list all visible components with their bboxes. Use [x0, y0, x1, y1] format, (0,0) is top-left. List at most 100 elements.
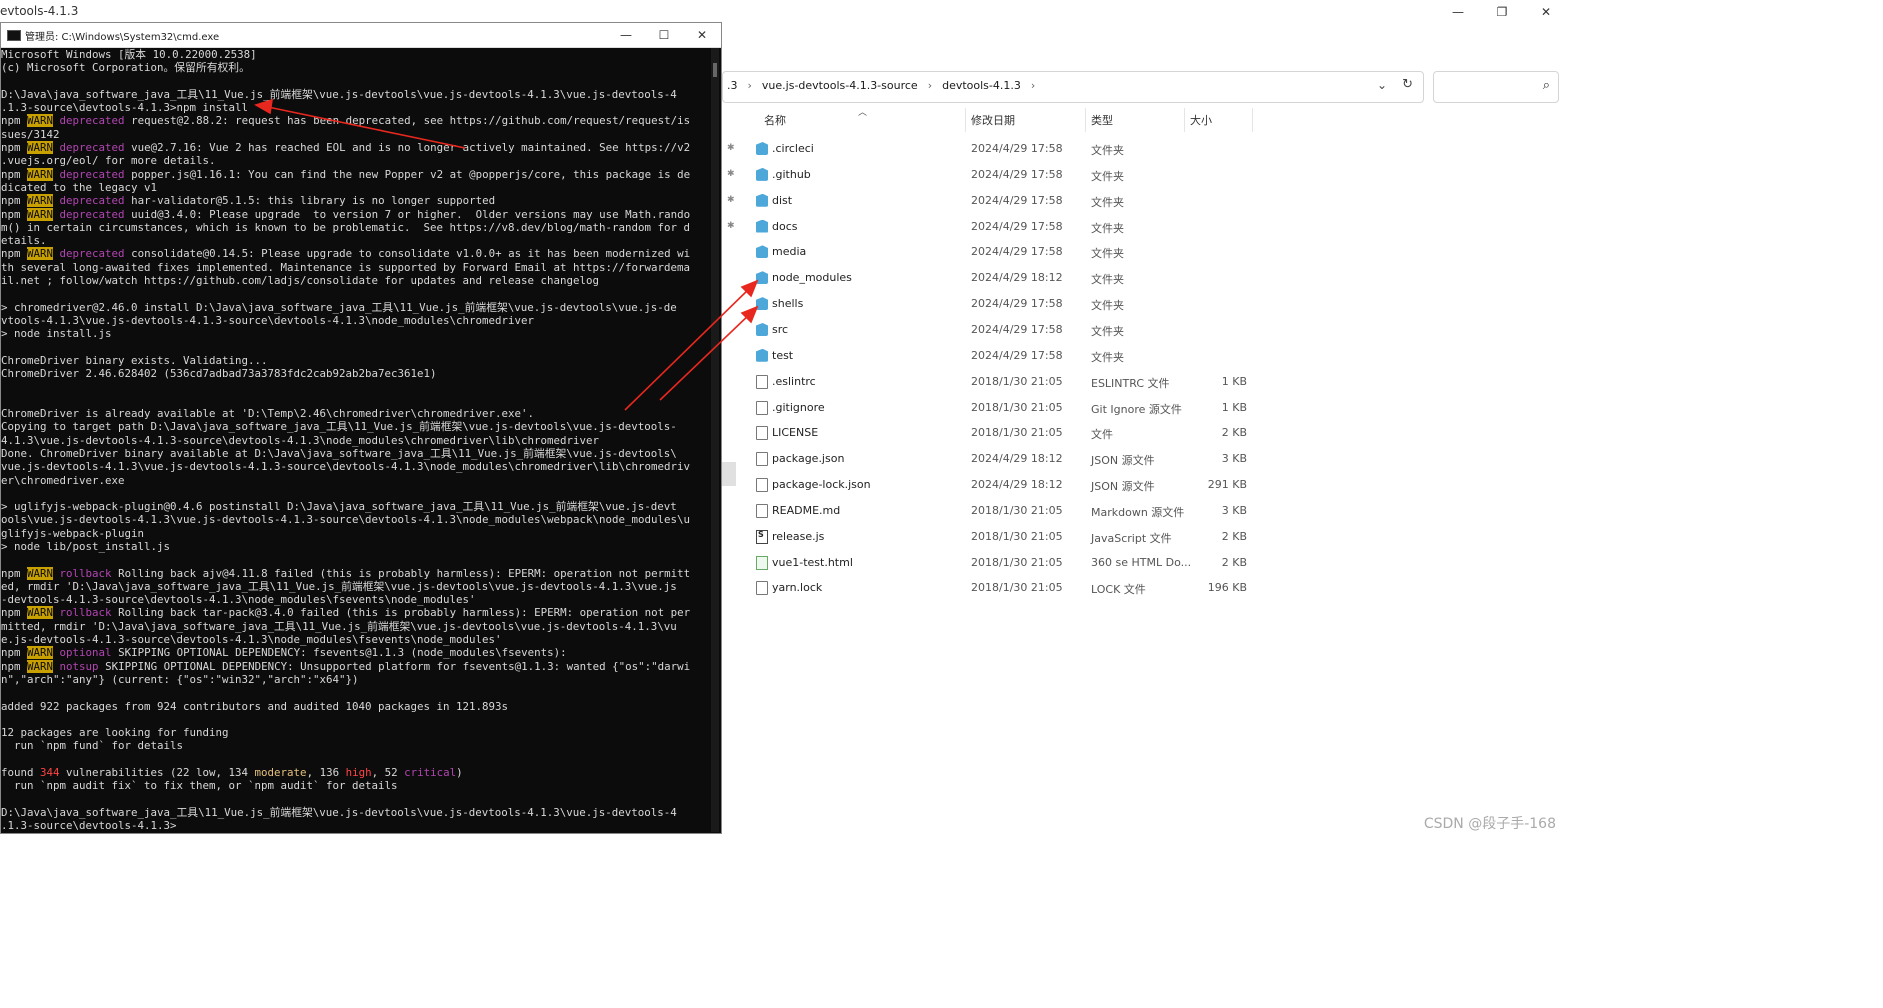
file-name[interactable]: node_modules [772, 271, 852, 284]
file-date: 2018/1/30 21:05 [971, 555, 1063, 569]
file-row[interactable]: shells 2024/4/29 17:58 文件夹 [722, 291, 1262, 317]
terminal-text: WARN [27, 646, 54, 660]
file-name[interactable]: README.md [772, 504, 840, 517]
file-name[interactable]: .circleci [772, 142, 814, 155]
pin-icon[interactable]: ✱ [727, 169, 735, 179]
file-row[interactable]: LICENSE 2018/1/30 21:05 文件 2 KB [722, 420, 1262, 446]
file-name[interactable]: dist [772, 194, 792, 207]
minimize-button[interactable]: — [607, 23, 645, 47]
file-name[interactable]: src [772, 323, 788, 336]
file-row[interactable]: ✱ .circleci 2024/4/29 17:58 文件夹 [722, 136, 1262, 162]
pin-icon[interactable]: ✱ [727, 195, 735, 205]
file-name[interactable]: .eslintrc [772, 375, 816, 388]
file-row[interactable]: ✱ docs 2024/4/29 17:58 文件夹 [722, 214, 1262, 240]
column-divider[interactable] [1252, 108, 1253, 132]
terminal-text: deprecated [59, 141, 125, 155]
terminal-line: > node install.js [1, 327, 707, 340]
file-name[interactable]: package-lock.json [772, 478, 871, 491]
file-name[interactable]: package.json [772, 452, 844, 465]
file-row[interactable]: ✱ .github 2024/4/29 17:58 文件夹 [722, 162, 1262, 188]
chevron-down-icon[interactable]: ⌄ [1377, 78, 1387, 92]
file-row[interactable]: package-lock.json 2024/4/29 18:12 JSON 源文件… [722, 472, 1262, 498]
file-name[interactable]: .github [772, 168, 811, 181]
refresh-icon[interactable]: ↻ [1402, 77, 1413, 92]
file-name[interactable]: release.js [772, 530, 824, 543]
file-name[interactable]: vue1-test.html [772, 556, 853, 569]
cmd-titlebar[interactable]: 管理员: C:\Windows\System32\cmd.exe — ☐ ✕ [1, 23, 721, 48]
address-bar[interactable]: .3 › vue.js-devtools-4.1.3-source › devtools… [722, 71, 1424, 103]
breadcrumb-item[interactable]: devtools-4.1.3 [942, 79, 1021, 92]
column-divider[interactable] [1184, 108, 1185, 132]
search-icon[interactable]: ⌕ [1543, 78, 1550, 93]
terminal-text: > chromedriver@2.46.0 install D:\Java\ja… [1, 300, 677, 314]
terminal-text: rollback [59, 606, 112, 620]
file-name[interactable]: docs [772, 220, 798, 233]
close-button[interactable]: ✕ [1524, 0, 1568, 24]
file-name[interactable]: LICENSE [772, 426, 818, 439]
terminal-line: > uglifyjs-webpack-plugin@0.4.6 postinst… [1, 500, 707, 513]
terminal-text: found [1, 766, 41, 780]
terminal-line: 4.1.3\vue.js-devtools-4.1.3-source\devto… [1, 434, 707, 447]
maximize-button[interactable]: ❐ [1480, 0, 1524, 24]
sort-up-icon: ︿ [858, 108, 868, 118]
file-row[interactable]: node_modules 2024/4/29 18:12 文件夹 [722, 265, 1262, 291]
file-date: 2024/4/29 18:12 [971, 271, 1063, 285]
file-row[interactable]: ✱ dist 2024/4/29 17:58 文件夹 [722, 188, 1262, 214]
file-row[interactable]: test 2024/4/29 17:58 文件夹 [722, 343, 1262, 369]
terminal-line: run `npm audit fix` to fix them, or `npm… [1, 779, 707, 792]
scrollbar-thumb[interactable] [722, 462, 736, 486]
file-name[interactable]: shells [772, 297, 803, 310]
minimize-button[interactable]: — [1436, 0, 1480, 24]
cmd-window-controls: — ☐ ✕ [607, 23, 721, 47]
pin-icon[interactable]: ✱ [727, 221, 735, 231]
terminal-text: critical [404, 766, 457, 780]
search-input[interactable]: ⌕ [1433, 71, 1559, 103]
column-header-size[interactable]: 大小 [1190, 112, 1212, 132]
column-header-type[interactable]: 类型 [1091, 112, 1113, 132]
breadcrumb-item[interactable]: .3 [727, 79, 738, 92]
scrollbar-thumb[interactable] [713, 63, 717, 77]
file-type: Git Ignore 源文件 [1091, 402, 1182, 416]
file-icon [756, 529, 768, 544]
file-name[interactable]: .gitignore [772, 401, 825, 414]
file-name[interactable]: yarn.lock [772, 581, 822, 594]
breadcrumb-item[interactable]: vue.js-devtools-4.1.3-source [762, 79, 918, 92]
terminal-text: npm [1, 247, 28, 261]
column-header-date[interactable]: 修改日期 [971, 112, 1015, 132]
file-row[interactable]: vue1-test.html 2018/1/30 21:05 360 se HTML… [722, 550, 1262, 576]
scrollbar-track[interactable] [711, 48, 719, 832]
file-type: 文件夹 [1091, 273, 1124, 287]
column-divider[interactable] [965, 108, 966, 132]
file-name[interactable]: test [772, 349, 793, 362]
file-row[interactable]: .gitignore 2018/1/30 21:05 Git Ignore 源文件 1… [722, 395, 1262, 421]
file-row[interactable]: yarn.lock 2018/1/30 21:05 LOCK 文件 196 KB [722, 575, 1262, 601]
file-row[interactable]: media 2024/4/29 17:58 文件夹 [722, 239, 1262, 265]
terminal-line: vtools-4.1.3\vue.js-devtools-4.1.3-sourc… [1, 314, 707, 327]
column-divider[interactable] [1085, 108, 1086, 132]
cmd-window[interactable]: 管理员: C:\Windows\System32\cmd.exe — ☐ ✕ M… [0, 22, 722, 834]
file-name[interactable]: media [772, 245, 806, 258]
terminal-line: (c) Microsoft Corporation。保留所有权利。 [1, 61, 707, 74]
folder-icon [756, 219, 768, 233]
terminal-text: dicated to the legacy v1 [1, 180, 158, 194]
terminal-text: moderate [254, 766, 307, 780]
file-row[interactable]: .eslintrc 2018/1/30 21:05 ESLINTRC 文件 1 KB [722, 369, 1262, 395]
file-row[interactable]: README.md 2018/1/30 21:05 Markdown 源文件 3 KB [722, 498, 1262, 524]
chevron-right-icon[interactable]: › [1031, 79, 1035, 92]
file-row[interactable]: release.js 2018/1/30 21:05 JavaScript 文件 2 … [722, 524, 1262, 550]
pin-icon[interactable]: ✱ [727, 143, 735, 153]
column-header-name[interactable]: 名称 [764, 112, 786, 132]
terminal-text: WARN [27, 606, 54, 620]
close-button[interactable]: ✕ [683, 23, 721, 47]
terminal-line: npm WARN deprecated har-validator@5.1.5:… [1, 194, 707, 208]
file-row[interactable]: src 2024/4/29 17:58 文件夹 [722, 317, 1262, 343]
file-row[interactable]: package.json 2024/4/29 18:12 JSON 源文件 3 KB [722, 446, 1262, 472]
terminal-output[interactable]: Microsoft Windows [版本 10.0.22000.2538] (c… [1, 48, 707, 832]
terminal-text: -devtools-4.1.3-source\devtools-4.1.3\no… [1, 593, 476, 607]
terminal-text: 344 [40, 766, 60, 780]
watermark: CSDN @段子手-168 [1423, 816, 1556, 832]
terminal-line: D:\Java\java_software_java_工具\11_Vue.js_… [1, 88, 707, 101]
maximize-button[interactable]: ☐ [645, 23, 683, 47]
